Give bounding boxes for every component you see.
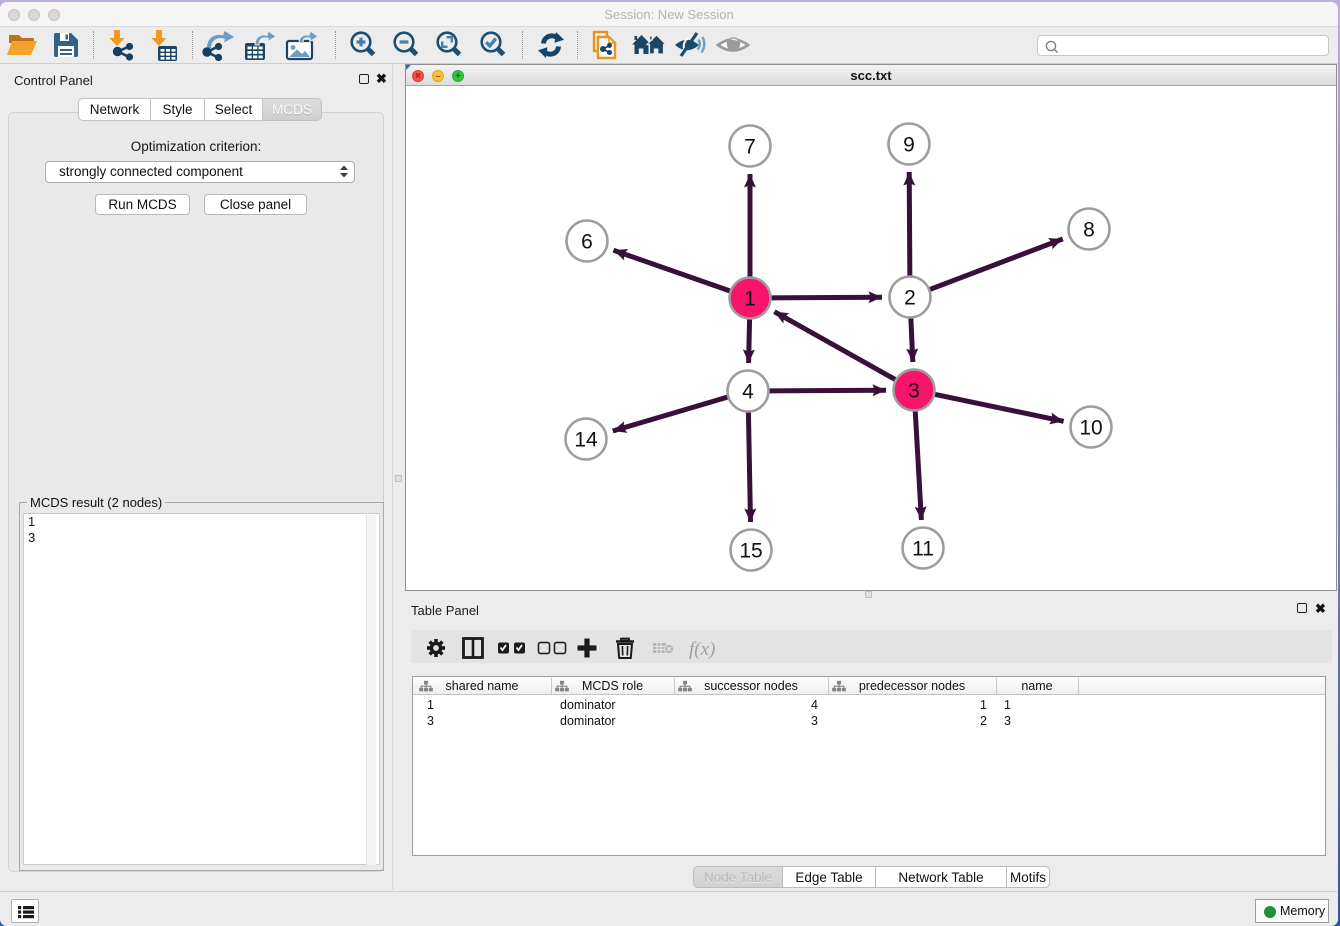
svg-text:f(x): f(x) [689, 639, 715, 660]
svg-text:1: 1 [744, 288, 756, 311]
svg-text:3: 3 [908, 380, 920, 403]
svg-text:11: 11 [912, 538, 934, 561]
svg-text:8: 8 [1083, 219, 1095, 242]
svg-text:15: 15 [739, 540, 762, 563]
svg-text:14: 14 [574, 429, 598, 452]
svg-text:4: 4 [742, 381, 754, 404]
svg-text:9: 9 [903, 134, 915, 157]
svg-text:7: 7 [744, 136, 756, 159]
svg-text:2: 2 [904, 287, 916, 310]
svg-text:6: 6 [581, 231, 593, 254]
svg-text:10: 10 [1079, 417, 1102, 440]
